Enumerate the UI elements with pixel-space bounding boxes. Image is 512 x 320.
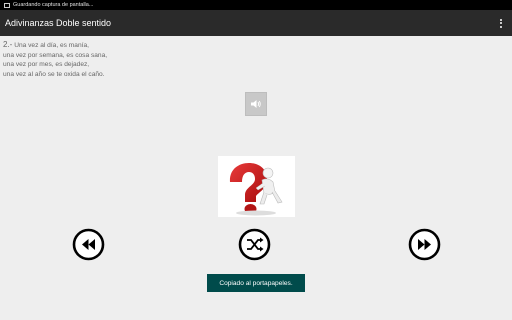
shuffle-button[interactable] [238, 228, 271, 261]
riddle-text: 2.- Una vez al día, es manía, una vez po… [3, 40, 303, 80]
speaker-button[interactable] [245, 92, 267, 116]
fast-forward-icon [408, 228, 441, 261]
riddle-line-2: una vez por semana, es cosa sana, [3, 51, 108, 59]
rewind-icon [72, 228, 105, 261]
riddle-line: 2.- Una vez al día, es manía, [3, 40, 303, 51]
app-bar: Adivinanzas Doble sentido [0, 10, 512, 36]
toast-message: Copiado al portapapeles. [207, 274, 305, 292]
riddle-image [218, 156, 295, 217]
riddle-line-3: una vez por mes, es dejadez, [3, 61, 90, 69]
riddle-line-4: una vez al año se te oxida el caño. [3, 71, 105, 79]
question-mark-figure-image [229, 163, 283, 216]
previous-button[interactable] [72, 228, 105, 261]
shuffle-icon [238, 228, 271, 261]
speaker-icon [251, 100, 261, 108]
status-notification-text: Guardando captura de pantalla... [13, 2, 94, 8]
app-title: Adivinanzas Doble sentido [5, 18, 112, 28]
toast-text: Copiado al portapapeles. [219, 279, 293, 287]
riddle-line-1: Una vez al día, es manía, [14, 42, 89, 49]
status-bar: Guardando captura de pantalla... [0, 0, 512, 10]
riddle-number: 2.- [3, 40, 13, 49]
more-vert-icon[interactable] [496, 16, 506, 30]
screenshot-icon [4, 2, 10, 8]
screen: Guardando captura de pantalla... Adivina… [0, 0, 512, 320]
next-button[interactable] [408, 228, 441, 261]
